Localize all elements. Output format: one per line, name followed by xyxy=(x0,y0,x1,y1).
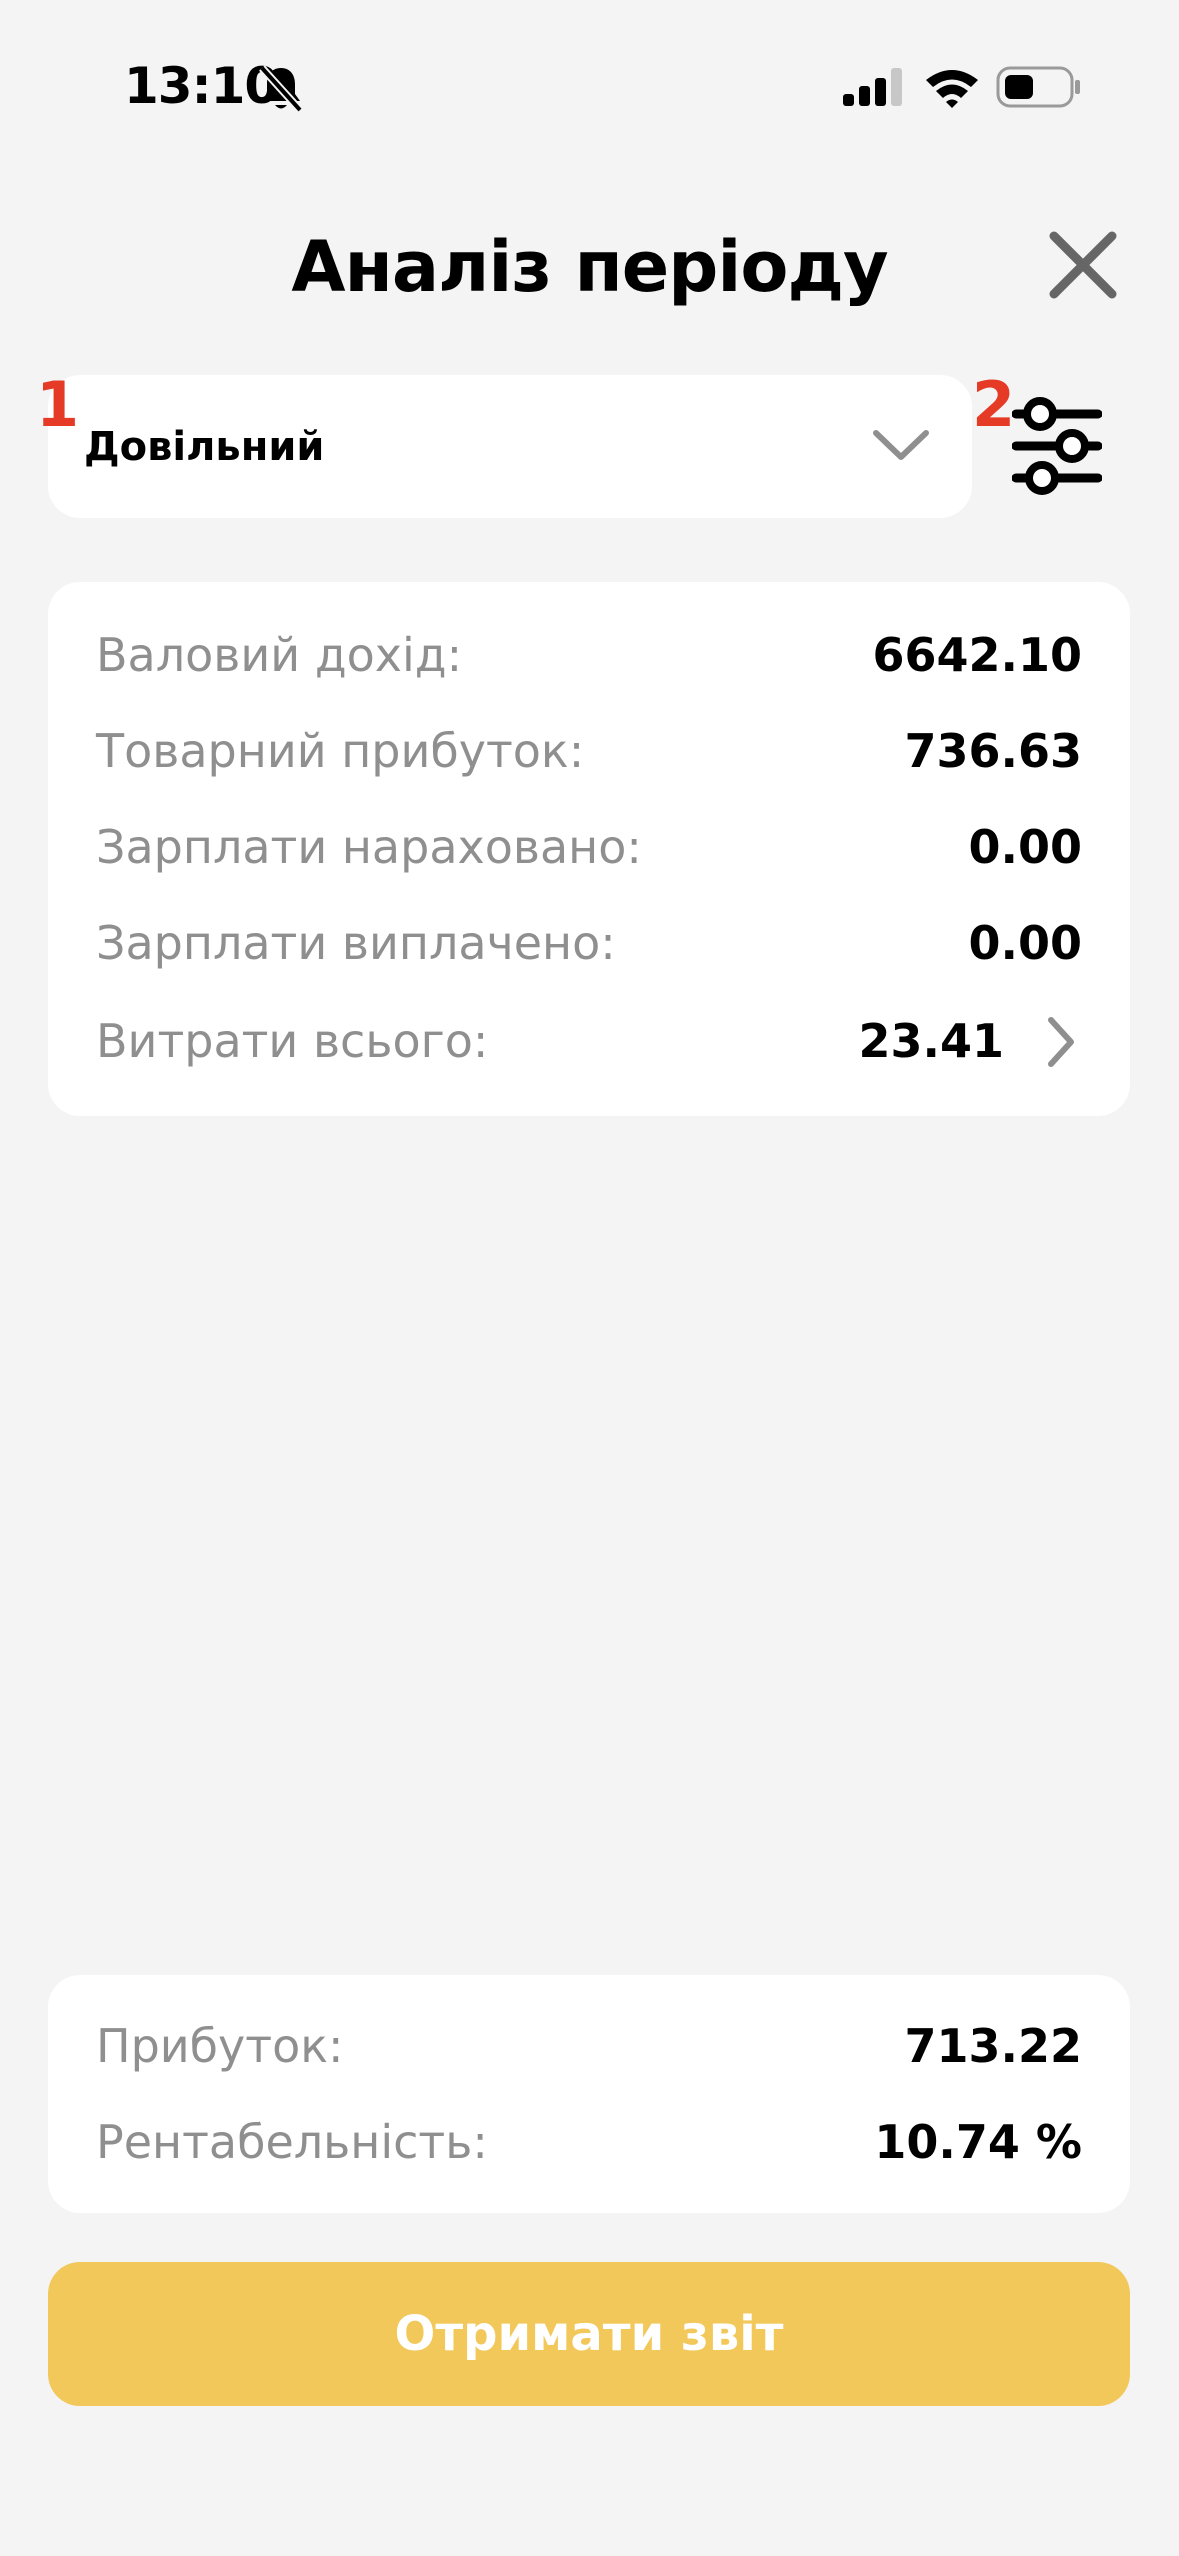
chevron-right-icon[interactable] xyxy=(1046,1016,1076,1068)
chevron-down-icon xyxy=(873,430,929,460)
annotation-marker-1: 1 xyxy=(36,368,80,441)
annotation-marker-2: 2 xyxy=(972,368,1016,441)
stat-label: Зарплати виплачено: xyxy=(96,916,616,970)
summary-card: Прибуток: 713.22 Рентабельність: 10.74 % xyxy=(48,1975,1130,2213)
stat-row-salaries-accrued: Зарплати нараховано: 0.00 xyxy=(96,812,1082,882)
stat-row-expenses-total[interactable]: Витрати всього: 23.41 xyxy=(96,1006,1082,1076)
period-dropdown-value: Довільний xyxy=(84,424,325,470)
stat-value: 6642.10 xyxy=(872,628,1082,682)
summary-value: 713.22 xyxy=(904,2019,1082,2073)
stat-value: 23.41 xyxy=(858,1014,1004,1068)
stat-label: Зарплати нараховано: xyxy=(96,820,642,874)
stat-row-goods-profit: Товарний прибуток: 736.63 xyxy=(96,716,1082,786)
stat-value: 0.00 xyxy=(968,820,1083,874)
stat-row-salaries-paid: Зарплати виплачено: 0.00 xyxy=(96,908,1082,978)
stats-card: Валовий дохід: 6642.10 Товарний прибуток… xyxy=(48,582,1130,1116)
stat-row-gross-income: Валовий дохід: 6642.10 xyxy=(96,620,1082,690)
stat-label: Товарний прибуток: xyxy=(96,724,585,778)
summary-label: Рентабельність: xyxy=(96,2115,488,2169)
cellular-signal-icon xyxy=(843,68,902,106)
summary-value: 10.74 % xyxy=(874,2115,1082,2169)
summary-row-profitability: Рентабельність: 10.74 % xyxy=(96,2107,1082,2177)
close-icon[interactable] xyxy=(1044,226,1122,304)
summary-row-profit: Прибуток: 713.22 xyxy=(96,2011,1082,2081)
status-time: 13:10 xyxy=(124,57,279,115)
get-report-button[interactable]: Отримати звіт xyxy=(48,2262,1130,2406)
bell-slash-icon xyxy=(259,65,303,113)
stat-label: Витрати всього: xyxy=(96,1014,489,1068)
summary-label: Прибуток: xyxy=(96,2019,344,2073)
period-dropdown[interactable]: Довільний xyxy=(48,375,972,518)
battery-icon xyxy=(996,66,1080,108)
sliders-icon[interactable] xyxy=(1012,392,1102,496)
wifi-icon xyxy=(926,70,978,108)
stat-value: 0.00 xyxy=(968,916,1083,970)
stat-value: 736.63 xyxy=(904,724,1082,778)
page-title: Аналіз періоду xyxy=(291,226,888,308)
stat-label: Валовий дохід: xyxy=(96,628,463,682)
